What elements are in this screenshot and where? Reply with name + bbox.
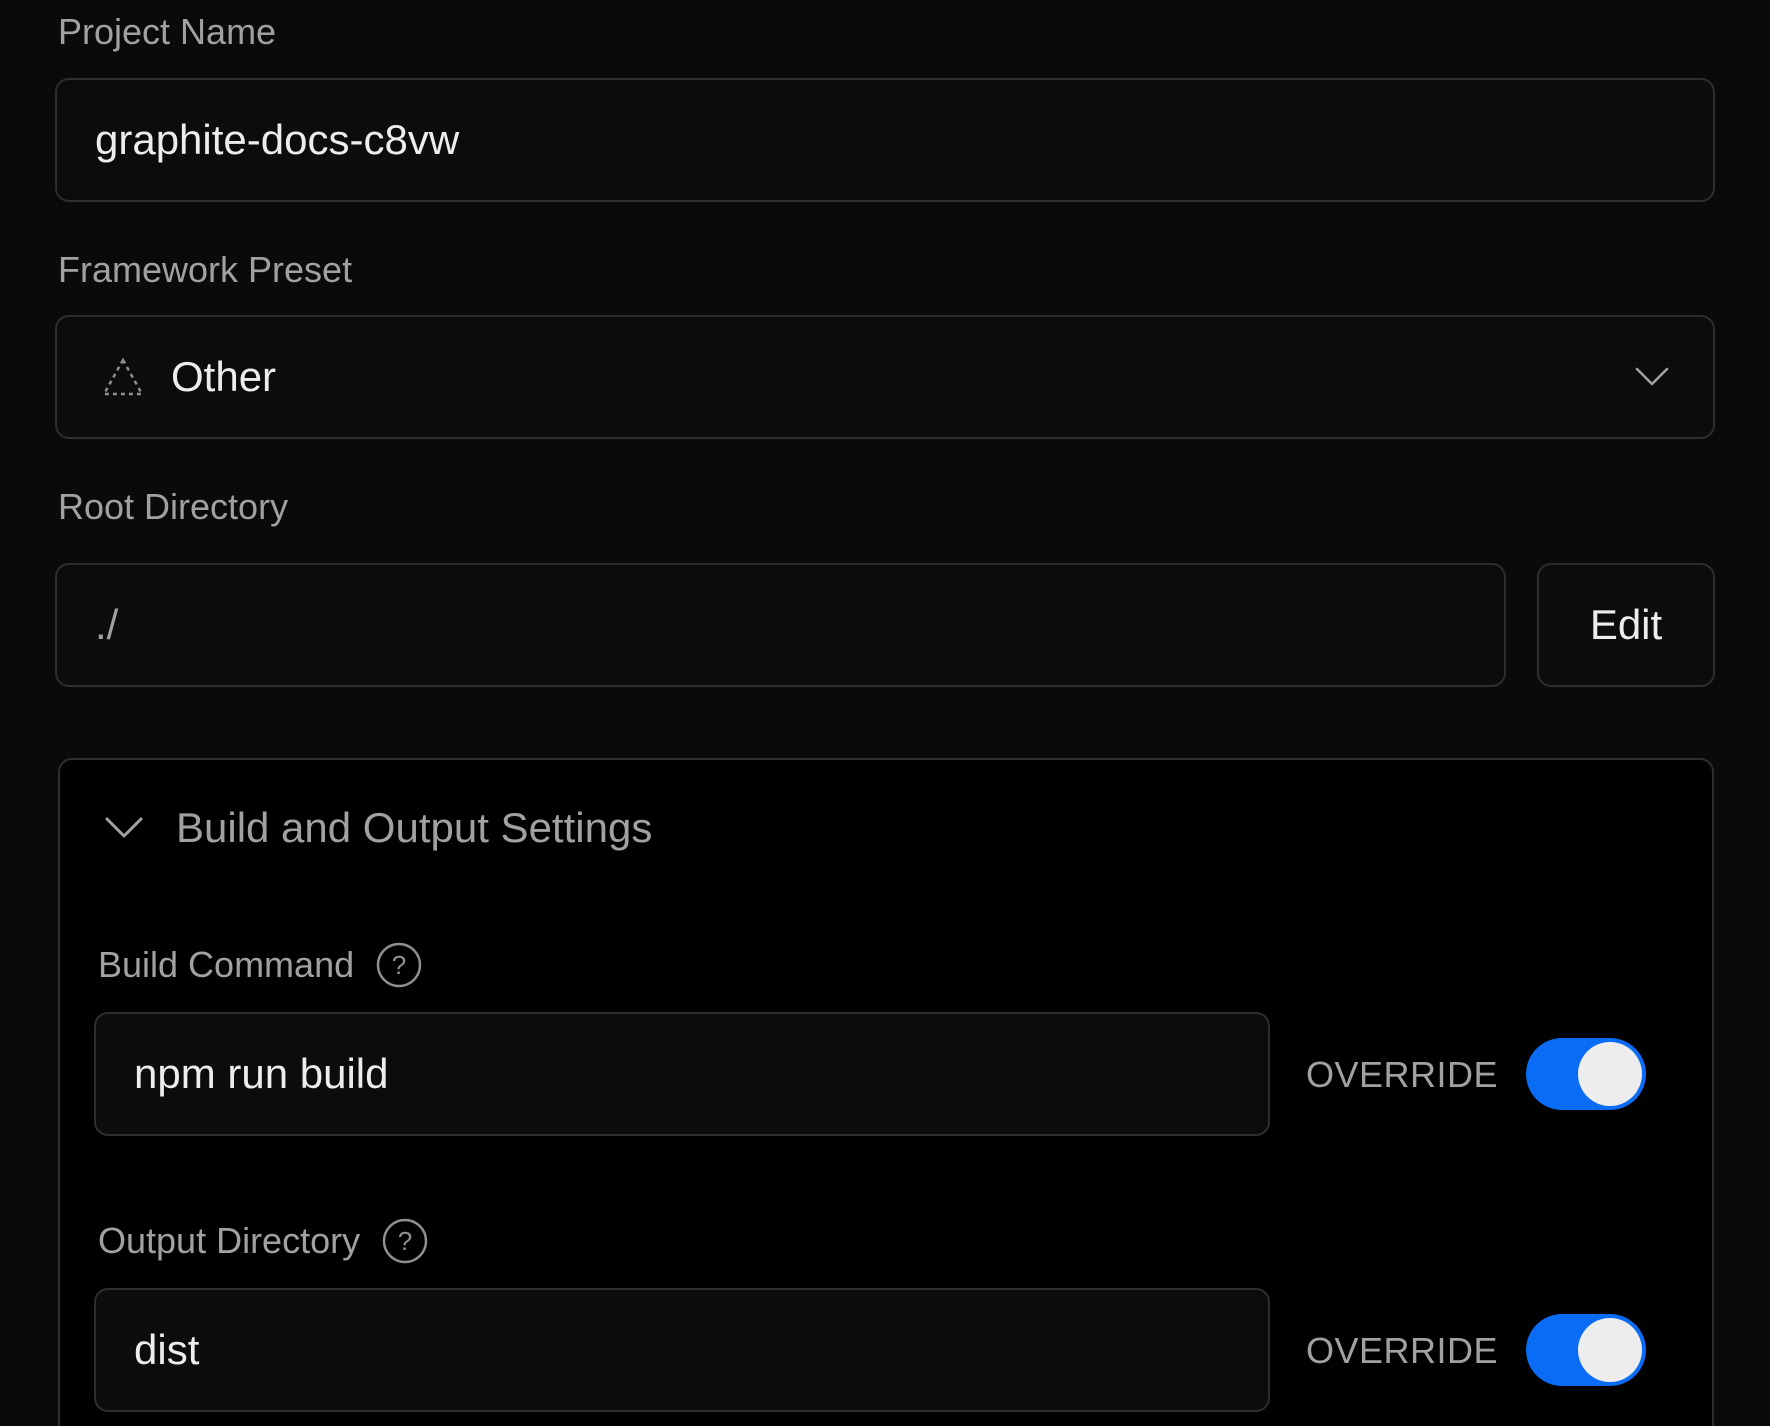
framework-preset-select[interactable]: Other bbox=[55, 315, 1715, 439]
chevron-down-icon bbox=[105, 817, 143, 838]
toggle-knob bbox=[1578, 1318, 1642, 1382]
project-name-value: graphite-docs-c8vw bbox=[95, 116, 460, 163]
build-output-settings-title: Build and Output Settings bbox=[176, 804, 653, 851]
output-directory-override-label: OVERRIDE bbox=[1306, 1330, 1499, 1371]
root-directory-label: Root Directory bbox=[58, 486, 289, 527]
help-icon[interactable]: ? bbox=[382, 1218, 428, 1264]
toggle-knob bbox=[1578, 1042, 1642, 1106]
output-directory-label-row: Output Directory ? bbox=[98, 1218, 428, 1264]
build-command-override-label: OVERRIDE bbox=[1306, 1054, 1499, 1095]
svg-text:?: ? bbox=[398, 1226, 412, 1256]
svg-text:?: ? bbox=[392, 950, 406, 980]
build-command-value: npm run build bbox=[134, 1050, 389, 1097]
framework-preset-value: Other bbox=[171, 353, 277, 400]
output-directory-label: Output Directory bbox=[98, 1220, 361, 1261]
output-directory-override-toggle[interactable] bbox=[1526, 1314, 1646, 1386]
root-directory-value: ./ bbox=[95, 601, 119, 648]
help-icon[interactable]: ? bbox=[376, 942, 422, 988]
build-output-settings-panel: Build and Output Settings Build Command … bbox=[58, 758, 1714, 1426]
project-name-input[interactable]: graphite-docs-c8vw bbox=[55, 78, 1715, 202]
build-output-settings-toggle[interactable]: Build and Output Settings bbox=[104, 804, 652, 852]
output-directory-input[interactable]: dist bbox=[94, 1288, 1270, 1412]
framework-preset-label: Framework Preset bbox=[58, 249, 353, 290]
build-command-input[interactable]: npm run build bbox=[94, 1012, 1270, 1136]
build-command-label-row: Build Command ? bbox=[98, 942, 422, 988]
root-directory-input: ./ bbox=[55, 563, 1506, 687]
project-settings-form: Project Name graphite-docs-c8vw Framewor… bbox=[0, 0, 1770, 1426]
project-name-label: Project Name bbox=[58, 11, 277, 52]
edit-root-directory-button[interactable]: Edit bbox=[1537, 563, 1715, 687]
output-directory-value: dist bbox=[134, 1326, 200, 1373]
chevron-down-icon bbox=[1635, 367, 1669, 386]
dashed-triangle-icon bbox=[101, 357, 145, 397]
build-command-label: Build Command bbox=[98, 944, 355, 985]
build-command-override-toggle[interactable] bbox=[1526, 1038, 1646, 1110]
